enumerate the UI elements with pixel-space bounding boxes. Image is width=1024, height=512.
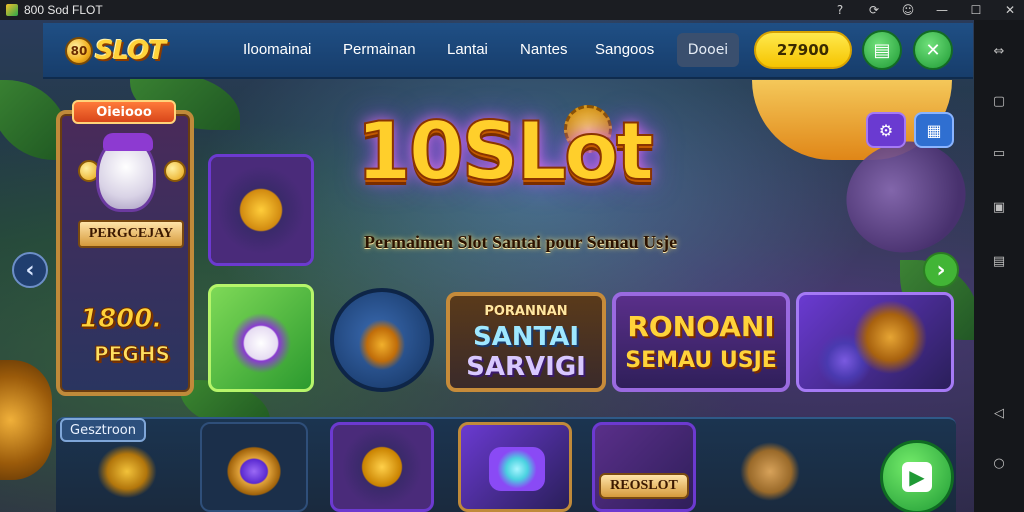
barrel-decoration [0, 360, 52, 480]
game-tile-mascot[interactable] [208, 284, 314, 392]
window-icon[interactable]: ▭ [988, 142, 1010, 164]
play-icon: ▶ [902, 462, 932, 492]
hero-title: 10SLot [355, 104, 655, 199]
mascot-icon [211, 287, 311, 389]
balance-display[interactable]: 27900 [754, 31, 852, 69]
top-navbar: 80 SLOT Iloomainai Permainan Lantai Nant… [43, 23, 973, 79]
nav-item-nantes[interactable]: Nantes [520, 41, 568, 58]
coin-icon [164, 160, 186, 182]
shield-icon [211, 157, 311, 263]
cannon-icon [334, 292, 430, 388]
tile-text: RONOANI [627, 310, 775, 343]
app-icon [6, 4, 18, 16]
tile-text: PORANNAN [484, 304, 568, 319]
settings-gear-icon[interactable]: ⚙ [866, 112, 906, 148]
treasure-pot-icon [799, 295, 951, 389]
tile-text: SANTAI [472, 322, 580, 352]
screenshot-icon[interactable]: ▢ [988, 90, 1010, 112]
fullscreen-icon[interactable]: ▣ [988, 196, 1010, 218]
game-tile-treasure[interactable] [796, 292, 954, 392]
game-tile-dog[interactable]: REOSLOT [592, 422, 696, 512]
logo-coin: 80 [65, 37, 93, 65]
help-icon[interactable]: ? [832, 2, 848, 18]
featured-label: PERGCEJAY [78, 220, 184, 248]
featured-amount-label: PEGHS [94, 342, 171, 367]
carousel-next-icon[interactable]: › [923, 252, 959, 288]
carousel-prev-icon[interactable]: ‹ [12, 252, 48, 288]
game-tile-telescope[interactable] [72, 422, 182, 512]
maximize-icon[interactable]: ☐ [968, 2, 984, 18]
home-icon[interactable]: ○ [988, 452, 1010, 474]
tile-text: SARVIGI [466, 352, 586, 382]
gamepad-icon[interactable]: ▦ [914, 112, 954, 148]
window-titlebar: 800 Sod FLOT ? ⟳ ☺ — ☐ ✕ [0, 0, 1024, 20]
game-tile-portal-barrel[interactable] [200, 422, 308, 512]
expand-icon[interactable]: ⇔ [988, 40, 1010, 62]
site-logo[interactable]: 80 SLOT [65, 33, 166, 69]
tile-label: REOSLOT [599, 473, 689, 499]
featured-amount: 1800. [79, 304, 163, 335]
wallet-icon[interactable]: ▤ [862, 30, 902, 70]
window-controls: ? ⟳ ☺ — ☐ ✕ [832, 0, 1018, 20]
refresh-icon[interactable]: ⟳ [866, 2, 882, 18]
play-button[interactable]: ▶ [880, 440, 954, 512]
game-tile-shield-2[interactable] [330, 422, 434, 512]
game-tile-santai[interactable]: PORANNAN SANTAI SARVIGI [446, 292, 606, 392]
back-icon[interactable]: ◁ [988, 402, 1010, 424]
keyboard-icon[interactable]: ▤ [988, 250, 1010, 272]
mascot-icon [96, 133, 156, 212]
nav-item-home[interactable]: Iloomainai [243, 41, 311, 58]
game-tile-bench[interactable] [720, 422, 820, 512]
game-tile-shield[interactable] [208, 154, 314, 266]
hero-subtitle: Permaimen Slot Santai pour Semau Usje [364, 232, 678, 252]
tile-text: SEMAU USJE [625, 348, 777, 373]
logo-text: SLOT [95, 36, 166, 66]
game-tile-cannon[interactable] [330, 288, 434, 392]
emulator-sidepanel: ⇔ ▢ ▭ ▣ ▤ ◁ ○ [974, 20, 1024, 512]
game-tile-gem-bowl[interactable] [458, 422, 572, 512]
gem-icon [489, 447, 545, 491]
close-icon[interactable]: ✕ [1002, 2, 1018, 18]
window-title: 800 Sod FLOT [24, 3, 103, 17]
nav-item-games[interactable]: Permainan [343, 41, 416, 58]
app-window: 800 Sod FLOT ? ⟳ ☺ — ☐ ✕ ⇔ ▢ ▭ ▣ ▤ ◁ ○ 8… [0, 0, 1024, 512]
nav-item-lantai[interactable]: Lantai [447, 41, 488, 58]
tools-icon[interactable]: ✕ [913, 30, 953, 70]
minimize-icon[interactable]: — [934, 2, 950, 18]
settings-icon[interactable]: ☺ [900, 2, 916, 18]
game-viewport: 80 SLOT Iloomainai Permainan Lantai Nant… [0, 20, 974, 512]
game-tile-ronoani[interactable]: RONOANI SEMAU USJE [612, 292, 790, 392]
login-button[interactable]: Dooei [677, 33, 739, 67]
featured-badge: Oieiooo [72, 100, 176, 124]
nav-item-sangoos[interactable]: Sangoos [595, 41, 654, 58]
